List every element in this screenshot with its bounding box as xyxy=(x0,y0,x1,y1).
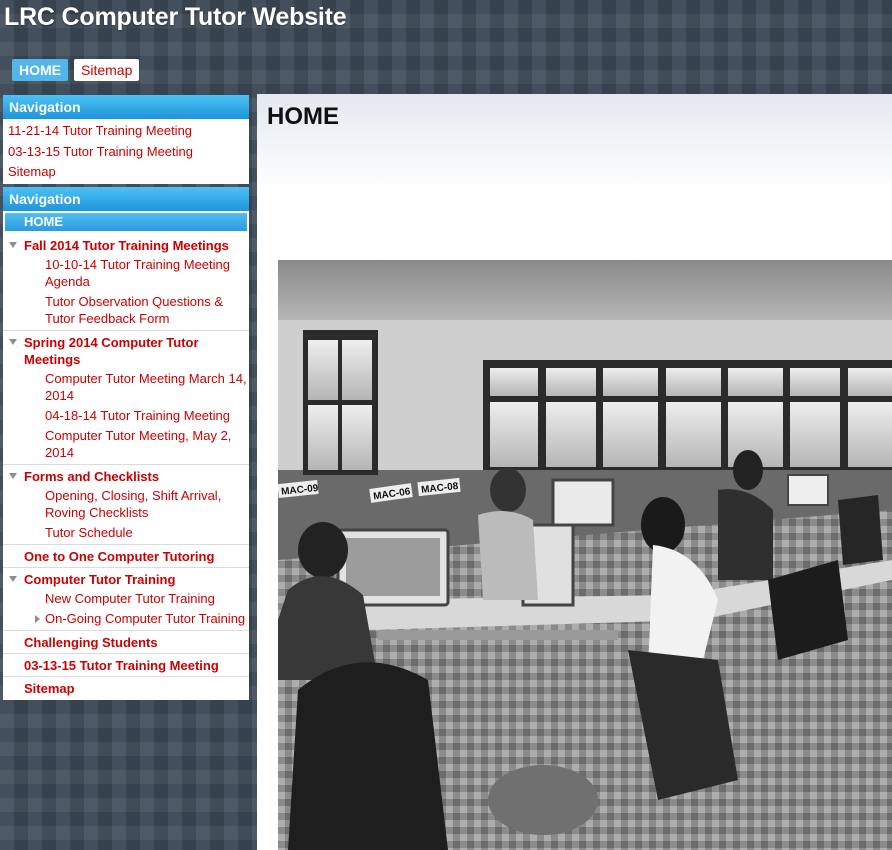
site-title: LRC Computer Tutor Website xyxy=(4,3,347,31)
tree-item-ongoing-training[interactable]: On-Going Computer Tutor Training xyxy=(3,610,249,627)
top-nav-sitemap[interactable]: Sitemap xyxy=(74,59,140,81)
tree-item-tutor-schedule[interactable]: Tutor Schedule xyxy=(3,524,249,541)
navigation-tree-heading: Navigation xyxy=(3,187,249,211)
main-content: HOME MAC-09 MAC-06 MAC-08 xyxy=(257,94,892,850)
expanded-triangle-icon[interactable] xyxy=(9,473,17,479)
tree-item-may-2-2014[interactable]: Computer Tutor Meeting, May 2, 2014 xyxy=(3,427,249,461)
tree-item-challenging-students[interactable]: Challenging Students xyxy=(3,631,249,653)
tree-item-label: On-Going Computer Tutor Training xyxy=(45,611,246,626)
expanded-triangle-icon[interactable] xyxy=(9,339,17,345)
tree-section-label: Forms and Checklists xyxy=(24,469,160,484)
tree-section-computer-tutor-training[interactable]: Computer Tutor Training xyxy=(3,568,249,590)
tree-item-one-to-one[interactable]: One to One Computer Tutoring xyxy=(3,545,249,567)
tree-section-label: Fall 2014 Tutor Training Meetings xyxy=(24,238,229,253)
top-nav-home[interactable]: HOME xyxy=(12,59,68,81)
tree-section-spring-2014[interactable]: Spring 2014 Computer Tutor Meetings xyxy=(3,331,249,370)
top-nav: HOME Sitemap xyxy=(12,59,140,81)
tree-item-march-14-2014[interactable]: Computer Tutor Meeting March 14, 2014 xyxy=(3,370,249,404)
tree-section-label: Computer Tutor Training xyxy=(24,572,176,587)
navigation-box-links: Navigation 11-21-14 Tutor Training Meeti… xyxy=(3,95,249,184)
nav-link-03-13-15[interactable]: 03-13-15 Tutor Training Meeting xyxy=(3,142,249,163)
tree-section-fall-2014[interactable]: Fall 2014 Tutor Training Meetings xyxy=(3,234,249,256)
collapsed-triangle-icon[interactable] xyxy=(35,615,40,623)
expanded-triangle-icon[interactable] xyxy=(9,576,17,582)
tree-item-sitemap[interactable]: Sitemap xyxy=(3,677,249,700)
tree-home[interactable]: HOME xyxy=(5,213,247,231)
main-header-gradient xyxy=(257,94,892,194)
expanded-triangle-icon[interactable] xyxy=(9,242,17,248)
tree-item-03-13-15-meeting[interactable]: 03-13-15 Tutor Training Meeting xyxy=(3,654,249,676)
tree-item-checklists[interactable]: Opening, Closing, Shift Arrival, Roving … xyxy=(3,487,249,521)
computer-lab-photo: MAC-09 MAC-06 MAC-08 xyxy=(278,260,892,850)
tree-item-new-training[interactable]: New Computer Tutor Training xyxy=(3,590,249,607)
tree-item-10-10-14-agenda[interactable]: 10-10-14 Tutor Training Meeting Agenda xyxy=(3,256,249,290)
tree-section-forms-checklists[interactable]: Forms and Checklists xyxy=(3,465,249,487)
page-title: HOME xyxy=(267,103,339,130)
nav-link-sitemap[interactable]: Sitemap xyxy=(3,162,249,183)
nav-link-11-21-14[interactable]: 11-21-14 Tutor Training Meeting xyxy=(3,121,249,142)
navigation-tree-box: Navigation HOME Fall 2014 Tutor Training… xyxy=(3,187,249,700)
tree-item-04-18-14[interactable]: 04-18-14 Tutor Training Meeting xyxy=(3,407,249,424)
tree-item-observation-questions[interactable]: Tutor Observation Questions & Tutor Feed… xyxy=(3,293,249,327)
tree-section-label: Spring 2014 Computer Tutor Meetings xyxy=(24,335,199,367)
navigation-heading: Navigation xyxy=(3,95,249,119)
